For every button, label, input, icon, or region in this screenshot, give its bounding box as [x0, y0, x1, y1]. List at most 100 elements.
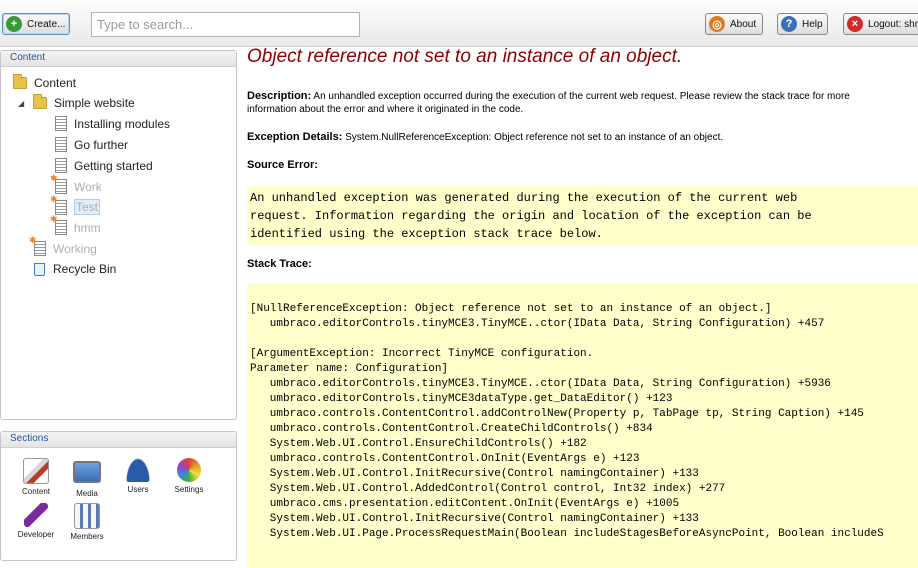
unpublished-document-icon	[29, 235, 46, 256]
description-label: Description:	[247, 90, 312, 102]
folder-icon	[13, 74, 27, 89]
stack-line: umbraco.controls.ContentControl.OnInit(E…	[250, 453, 640, 465]
section-content[interactable]: Content	[11, 458, 61, 496]
section-label: Users	[127, 485, 149, 494]
error-title: Object reference not set to an instance …	[247, 46, 683, 67]
source-line: request. Information regarding the origi…	[250, 209, 812, 223]
description-text: An unhandled exception occurred during t…	[313, 91, 850, 102]
content-icon	[23, 458, 49, 484]
tree-item-working[interactable]: Working	[29, 235, 97, 256]
section-developer[interactable]: Developer	[11, 503, 61, 539]
folder-icon	[33, 94, 47, 109]
tree-item-label: Test	[74, 199, 101, 215]
about-button-label: About	[730, 18, 757, 30]
tree-item-getting-started[interactable]: Getting started	[55, 158, 153, 173]
tree-item-test[interactable]: Test	[50, 194, 101, 215]
tree-item-installing-modules[interactable]: Installing modules	[55, 116, 170, 131]
stack-line: umbraco.editorControls.tinyMCE3.TinyMCE.…	[250, 318, 825, 330]
members-icon	[74, 503, 100, 529]
stack-line: Parameter name: Configuration]	[250, 363, 449, 375]
exception-details: Exception Details: System.NullReferenceE…	[247, 131, 918, 144]
settings-icon	[177, 458, 201, 482]
search-input[interactable]	[91, 12, 360, 37]
create-button-label: Create...	[27, 18, 66, 30]
tree-item-label: Work	[74, 179, 102, 194]
stack-line: System.Web.UI.Control.EnsureChildControl…	[250, 438, 587, 450]
stack-line: System.Web.UI.Page.ProcessRequestMain(Bo…	[250, 528, 884, 540]
section-label: Content	[21, 487, 51, 496]
media-icon	[73, 461, 101, 483]
help-button[interactable]: ? Help	[777, 13, 828, 35]
tree-item-label: Simple website	[54, 96, 135, 110]
tree-item-label: Working	[53, 241, 97, 256]
source-line: identified using the exception stack tra…	[250, 227, 603, 241]
users-icon	[126, 458, 150, 482]
tree-item-work[interactable]: Work	[50, 173, 102, 194]
section-users[interactable]: Users	[113, 458, 163, 494]
stack-line: System.Web.UI.Control.AddedControl(Contr…	[250, 483, 726, 495]
stack-line: System.Web.UI.Control.InitRecursive(Cont…	[250, 468, 699, 480]
section-label: Developer	[17, 530, 55, 539]
plus-icon: +	[6, 16, 22, 32]
stack-line: [NullReferenceException: Object referenc…	[250, 303, 772, 315]
recycle-bin-icon	[34, 262, 45, 276]
source-error-heading: Source Error:	[247, 159, 918, 172]
tree-item-content[interactable]: Content	[13, 74, 77, 90]
source-line: An unhandled exception was generated dur…	[250, 191, 798, 205]
stack-line: umbraco.editorControls.tinyMCE3dataType.…	[250, 393, 673, 405]
stack-trace-block: [NullReferenceException: Object referenc…	[247, 283, 918, 568]
content-panel-title: Content	[1, 51, 236, 67]
top-toolbar: + Create... ◎ About ? Help × Logout: shr	[0, 0, 918, 47]
document-icon	[55, 158, 67, 173]
collapse-arrow-icon[interactable]: ◢	[18, 99, 24, 108]
unpublished-document-icon	[50, 214, 67, 235]
tree-item-label: Go further	[74, 137, 129, 152]
logout-button-label: Logout: shr	[868, 18, 918, 30]
section-label: Settings	[174, 485, 204, 494]
source-label: Source Error:	[247, 159, 318, 171]
tree-item-label: Getting started	[74, 158, 153, 173]
sections-panel: Sections Content Media Users Settings De…	[0, 431, 237, 561]
unpublished-document-icon	[50, 194, 67, 215]
help-icon: ?	[781, 16, 797, 32]
tree-item-label: hmm	[74, 220, 101, 235]
document-icon	[55, 116, 67, 131]
about-button[interactable]: ◎ About	[705, 13, 763, 35]
tree-item-go-further[interactable]: Go further	[55, 137, 128, 152]
create-button[interactable]: + Create...	[2, 13, 70, 35]
tree-item-label: Installing modules	[74, 116, 171, 131]
about-icon: ◎	[709, 16, 725, 32]
stack-line: umbraco.cms.presentation.editContent.OnI…	[250, 498, 680, 510]
section-label: Members	[70, 532, 104, 541]
details-text: System.NullReferenceException: Object re…	[345, 132, 724, 143]
stack-line: System.Web.UI.Control.InitRecursive(Cont…	[250, 513, 699, 525]
document-icon	[55, 137, 67, 152]
logout-icon: ×	[847, 16, 863, 32]
section-settings[interactable]: Settings	[164, 458, 214, 494]
details-label: Exception Details:	[247, 131, 343, 143]
source-error-block: An unhandled exception was generated dur…	[247, 186, 918, 245]
error-description: Description: An unhandled exception occu…	[247, 90, 918, 116]
stack-line: [ArgumentException: Incorrect TinyMCE co…	[250, 348, 594, 360]
section-media[interactable]: Media	[62, 458, 112, 498]
stack-label: Stack Trace:	[247, 258, 312, 270]
sections-panel-title: Sections	[1, 432, 236, 448]
stack-line: umbraco.controls.ContentControl.CreateCh…	[250, 423, 653, 435]
tree-item-recycle-bin[interactable]: Recycle Bin	[34, 262, 116, 276]
tree-item-label: Content	[34, 76, 77, 90]
stack-line: umbraco.controls.ContentControl.addContr…	[250, 408, 864, 420]
tree-item-label: Recycle Bin	[53, 262, 117, 276]
section-members[interactable]: Members	[62, 503, 112, 541]
stack-trace-heading: Stack Trace:	[247, 258, 918, 271]
stack-line: umbraco.editorControls.tinyMCE3.TinyMCE.…	[250, 378, 831, 390]
tree-item-simple-website[interactable]: Simple website	[33, 94, 135, 110]
section-label: Media	[76, 489, 98, 498]
content-tree-panel: Content Content ◢ Simple website Install…	[0, 50, 237, 420]
logout-button[interactable]: × Logout: shr	[843, 13, 918, 35]
description-text-2: information about the error and where it…	[247, 104, 524, 115]
unpublished-document-icon	[50, 173, 67, 194]
help-button-label: Help	[802, 18, 823, 30]
developer-icon	[24, 503, 48, 527]
error-page: Object reference not set to an instance …	[247, 46, 918, 568]
tree-item-hmm[interactable]: hmm	[50, 214, 101, 235]
